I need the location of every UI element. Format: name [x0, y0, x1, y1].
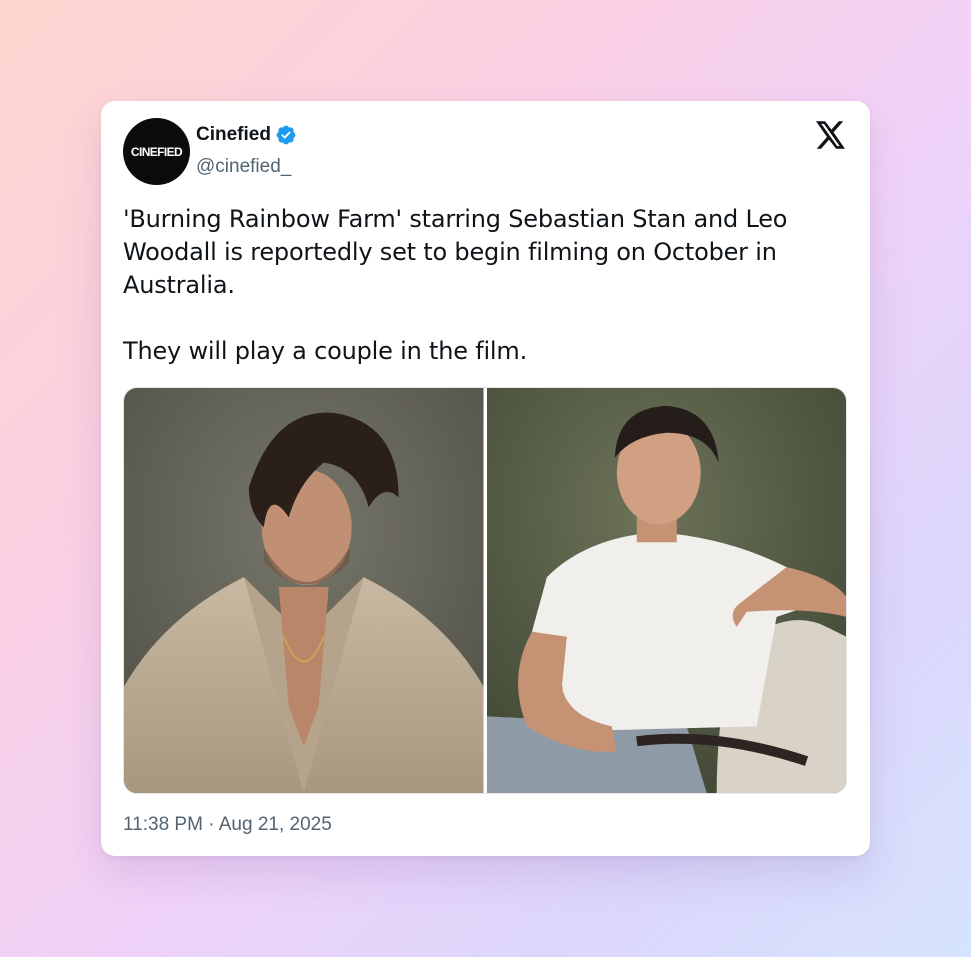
- tweet-card: CINEFIED Cinefied @cinefied_ 'Burning Ra…: [101, 101, 870, 856]
- photo-right[interactable]: [486, 388, 846, 793]
- avatar[interactable]: CINEFIED: [123, 118, 190, 185]
- portrait-image-left: [124, 388, 484, 793]
- display-name[interactable]: Cinefied: [196, 124, 271, 146]
- author-name-row: Cinefied: [196, 124, 297, 146]
- avatar-logo-text: CINEFIED: [130, 144, 183, 159]
- tweet-timestamp[interactable]: 11:38 PM · Aug 21, 2025: [123, 814, 332, 836]
- verified-badge-icon: [276, 125, 296, 145]
- portrait-image-right: [486, 388, 846, 793]
- author-handle[interactable]: @cinefied_: [196, 156, 291, 178]
- photo-left[interactable]: [124, 388, 484, 793]
- x-logo-icon[interactable]: [816, 121, 846, 149]
- tweet-text: 'Burning Rainbow Farm' starring Sebastia…: [123, 205, 788, 365]
- media-grid[interactable]: [123, 387, 847, 794]
